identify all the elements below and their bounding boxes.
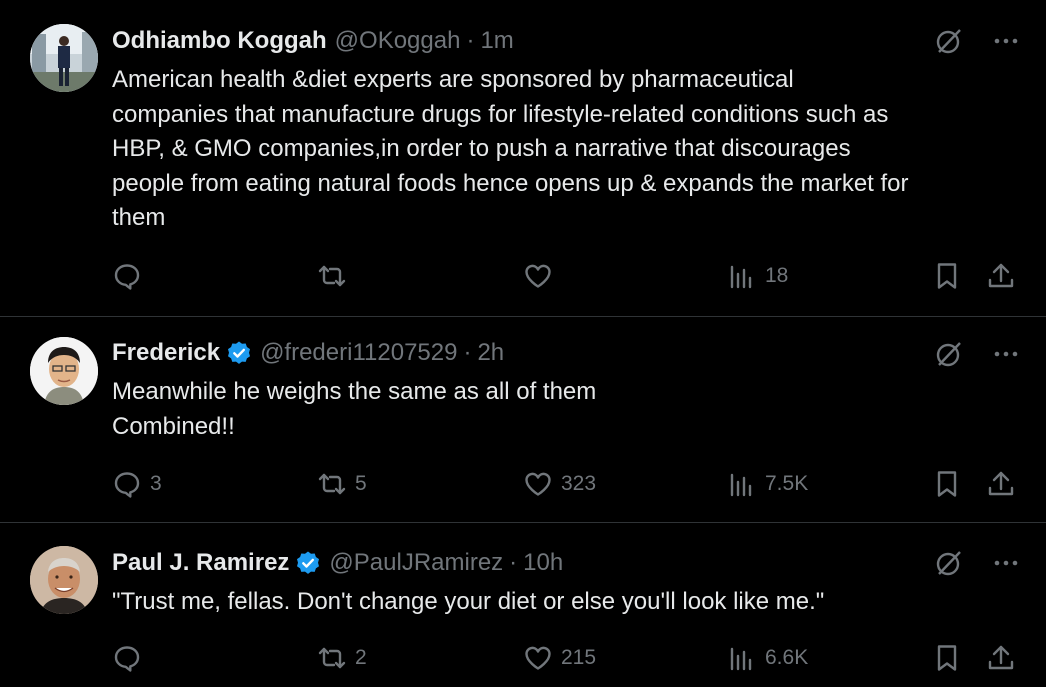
action-bar: 18: [112, 261, 1022, 291]
repost-button[interactable]: 2: [317, 643, 367, 673]
tweet-text: American health &diet experts are sponso…: [112, 63, 1022, 236]
like-count: 215: [561, 646, 597, 669]
avatar-image: [30, 24, 98, 92]
reply-button[interactable]: [112, 643, 150, 673]
tweet-text: Meanwhile he weighs the same as all of t…: [112, 375, 1022, 444]
repost-count: 5: [355, 472, 367, 495]
timestamp[interactable]: 2h: [477, 339, 504, 367]
bookmark-icon: [937, 263, 957, 289]
share-icon: [988, 263, 1014, 288]
repost-icon: [318, 265, 346, 287]
share-button[interactable]: [986, 469, 1016, 499]
avatar[interactable]: [30, 546, 98, 614]
avatar[interactable]: [30, 337, 98, 405]
repost-button[interactable]: 5: [317, 469, 367, 499]
bookmark-button[interactable]: [932, 261, 962, 291]
tweet-header: Paul J. Ramirez @PaulJRamirez · 10h: [112, 549, 563, 577]
action-bar: 3 5 323 7.5K: [112, 469, 1022, 499]
more-icon[interactable]: [992, 339, 1020, 369]
reply-button[interactable]: [112, 261, 150, 291]
share-icon: [988, 645, 1014, 670]
repost-button[interactable]: [317, 261, 355, 291]
separator: ·: [463, 339, 472, 366]
author-handle[interactable]: @frederi11207529: [260, 339, 457, 367]
reply-icon: [114, 472, 140, 498]
tweet-header: Odhiambo Koggah @OKoggah · 1m: [112, 27, 514, 55]
author-handle[interactable]: @OKoggah: [335, 27, 461, 55]
like-button[interactable]: [523, 261, 561, 291]
avatar[interactable]: [30, 24, 98, 92]
more-icon[interactable]: [992, 26, 1020, 56]
repost-count: 2: [355, 646, 367, 669]
verified-badge-icon[interactable]: [295, 550, 321, 576]
share-button[interactable]: [986, 643, 1016, 673]
views-count: 7.5K: [765, 472, 809, 495]
reply-icon: [114, 264, 140, 290]
like-icon: [525, 646, 551, 670]
text-line: HBP, & GMO companies,in order to push a …: [112, 135, 851, 162]
views-count: 18: [765, 264, 789, 287]
like-icon: [525, 472, 551, 496]
reply-icon: [114, 646, 140, 672]
bookmark-button[interactable]: [932, 643, 962, 673]
tweet-top-icons: [934, 548, 1020, 578]
text-line: American health &diet experts are sponso…: [112, 66, 794, 93]
views-button[interactable]: 7.5K: [727, 469, 808, 499]
tweet-2[interactable]: Frederick @frederi11207529 · 2h Meanwhil…: [0, 317, 1046, 523]
grok-icon[interactable]: [934, 548, 964, 578]
tweet-top-icons: [934, 26, 1020, 56]
like-button[interactable]: 323: [523, 469, 596, 499]
timestamp[interactable]: 1m: [480, 27, 513, 55]
separator: ·: [509, 549, 518, 576]
text-line: Meanwhile he weighs the same as all of t…: [112, 378, 597, 405]
bookmark-icon: [937, 645, 957, 671]
reply-button[interactable]: 3: [112, 469, 162, 499]
repost-icon: [318, 473, 346, 495]
text-line: Combined!!: [112, 412, 235, 440]
share-icon: [988, 471, 1014, 496]
tweet-header: Frederick @frederi11207529 · 2h: [112, 339, 504, 367]
text-line: companies that manufacture drugs for lif…: [112, 100, 889, 128]
grok-icon[interactable]: [934, 26, 964, 56]
views-count: 6.6K: [765, 646, 809, 669]
author-name[interactable]: Odhiambo Koggah: [112, 27, 327, 55]
tweet-top-icons: [934, 339, 1020, 369]
bookmark-icon: [937, 471, 957, 497]
like-button[interactable]: 215: [523, 643, 596, 673]
like-icon: [525, 264, 551, 288]
views-icon: [730, 265, 752, 289]
tweet-1[interactable]: Odhiambo Koggah @OKoggah · 1m American h…: [0, 0, 1046, 317]
like-count: 323: [561, 472, 597, 495]
repost-icon: [318, 647, 346, 669]
bookmark-button[interactable]: [932, 469, 962, 499]
avatar-image: [30, 337, 98, 405]
separator: ·: [466, 27, 475, 54]
tweet-3[interactable]: Paul J. Ramirez @PaulJRamirez · 10h "Tru…: [0, 523, 1046, 687]
views-icon: [730, 473, 752, 497]
action-bar: 2 215 6.6K: [112, 643, 1022, 673]
grok-icon[interactable]: [934, 339, 964, 369]
author-name[interactable]: Frederick: [112, 339, 220, 367]
verified-badge-icon[interactable]: [226, 340, 252, 366]
reply-count: 3: [150, 472, 162, 495]
text-line: people from eating natural foods hence o…: [112, 169, 909, 197]
avatar-image: [30, 546, 98, 614]
views-icon: [730, 647, 752, 671]
text-line: "Trust me, fellas. Don't change your die…: [112, 588, 825, 615]
timestamp[interactable]: 10h: [523, 549, 563, 577]
views-button[interactable]: 18: [727, 261, 788, 291]
tweet-text: "Trust me, fellas. Don't change your die…: [112, 585, 1022, 620]
more-icon[interactable]: [992, 548, 1020, 578]
share-button[interactable]: [986, 261, 1016, 291]
author-name[interactable]: Paul J. Ramirez: [112, 549, 289, 577]
author-handle[interactable]: @PaulJRamirez: [329, 549, 503, 577]
text-line: them: [112, 204, 166, 231]
views-button[interactable]: 6.6K: [727, 643, 808, 673]
